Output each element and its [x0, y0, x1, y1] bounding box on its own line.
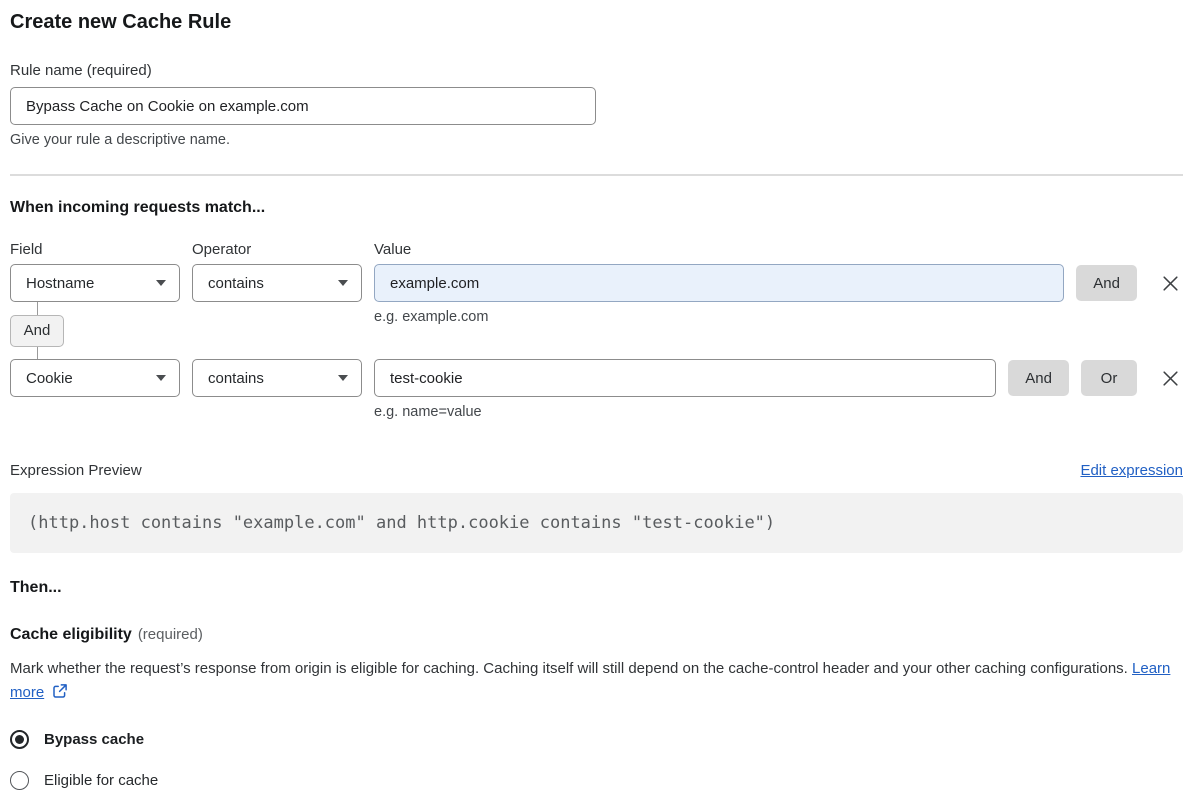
rule-name-input[interactable] — [10, 87, 596, 125]
expression-code: (http.host contains "example.com" and ht… — [28, 513, 776, 533]
value-input-row1[interactable] — [374, 264, 1065, 302]
description-text: Mark whether the request’s response from… — [10, 660, 1128, 677]
field-select-row1-value: Hostname — [26, 274, 95, 292]
add-and-condition-button-row2[interactable]: And — [1008, 360, 1069, 396]
expression-code-block: (http.host contains "example.com" and ht… — [10, 493, 1183, 553]
add-and-condition-button-row1[interactable]: And — [1076, 265, 1137, 301]
operator-column-label: Operator — [192, 241, 252, 258]
value-hint-row1: e.g. example.com — [374, 309, 489, 325]
rule-name-label: Rule name (required) — [10, 62, 152, 79]
field-select-row1[interactable]: Hostname — [10, 264, 180, 302]
radio-option-bypass-cache[interactable]: Bypass cache — [10, 730, 1183, 749]
operator-select-row1[interactable]: contains — [192, 264, 362, 302]
connector-and-button[interactable]: And — [10, 314, 64, 347]
then-heading: Then... — [10, 579, 62, 596]
required-note: (required) — [137, 626, 203, 643]
chevron-down-icon — [338, 375, 348, 381]
close-icon — [1162, 370, 1178, 386]
operator-select-row1-value: contains — [208, 274, 264, 292]
remove-condition-button-row1[interactable] — [1157, 270, 1183, 296]
connector-zone: And e.g. example.com — [10, 302, 1183, 359]
connector-line-bottom — [36, 346, 38, 359]
radio-option-eligible-for-cache[interactable]: Eligible for cache — [10, 771, 1183, 790]
cache-eligibility-heading: Cache eligibility (required) — [10, 626, 1183, 644]
condition-row: Hostname contains And — [10, 264, 1183, 302]
radio-label: Eligible for cache — [44, 772, 159, 789]
rule-name-help: Give your rule a descriptive name. — [10, 132, 231, 148]
condition-column-labels: Field Operator Value — [10, 241, 1183, 258]
radio-label: Bypass cache — [44, 731, 145, 748]
remove-condition-button-row2[interactable] — [1157, 365, 1183, 391]
close-icon — [1162, 275, 1178, 291]
field-select-row2-value: Cookie — [26, 369, 73, 387]
expression-preview-label: Expression Preview — [10, 462, 142, 479]
connector: And — [10, 302, 64, 359]
radio-unselected-icon[interactable] — [10, 771, 29, 790]
cache-eligibility-description: Mark whether the request’s response from… — [10, 657, 1176, 705]
connector-line-top — [36, 302, 38, 315]
create-cache-rule-form: Create new Cache Rule Rule name (require… — [0, 0, 1200, 790]
match-heading: When incoming requests match... — [10, 199, 266, 216]
value-hint-row2: e.g. name=value — [374, 404, 482, 420]
cache-eligibility-title: Cache eligibility — [10, 626, 132, 643]
chevron-down-icon — [338, 280, 348, 286]
value-column-label: Value — [374, 241, 412, 258]
external-link-icon — [53, 684, 68, 698]
page-title: Create new Cache Rule — [10, 11, 232, 33]
operator-select-row2-value: contains — [208, 369, 264, 387]
chevron-down-icon — [156, 280, 166, 286]
expression-preview-header: Expression Preview Edit expression — [10, 462, 1183, 479]
add-or-condition-button-row2[interactable]: Or — [1081, 360, 1137, 396]
section-divider — [10, 174, 1183, 176]
operator-select-row2[interactable]: contains — [192, 359, 362, 397]
radio-selected-icon[interactable] — [10, 730, 29, 749]
field-select-row2[interactable]: Cookie — [10, 359, 180, 397]
field-column-label: Field — [10, 241, 43, 258]
edit-expression-link[interactable]: Edit expression — [1080, 462, 1183, 479]
chevron-down-icon — [156, 375, 166, 381]
value-input-row2[interactable] — [374, 359, 997, 397]
condition-row: Cookie contains And Or — [10, 359, 1183, 397]
